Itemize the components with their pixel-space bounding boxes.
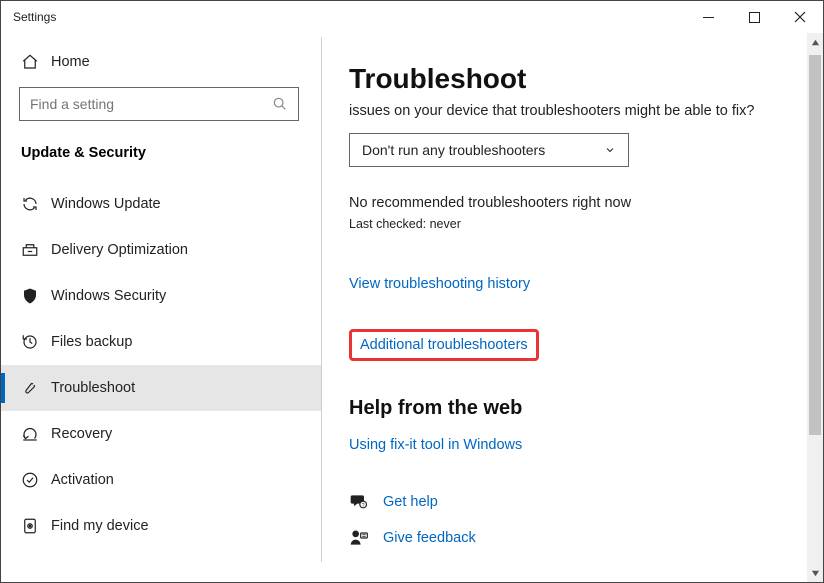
search-field[interactable]: [30, 96, 272, 112]
history-link-block: View troubleshooting history: [349, 275, 779, 293]
sidebar-item-find-my-device[interactable]: Find my device: [1, 503, 321, 549]
wrench-icon: [21, 379, 51, 397]
get-help-link[interactable]: Get help: [383, 494, 438, 510]
titlebar: Settings: [1, 1, 823, 33]
sidebar-item-activation[interactable]: Activation: [1, 457, 321, 503]
sidebar-item-label: Find my device: [51, 518, 149, 534]
additional-link-block: Additional troubleshooters: [349, 329, 779, 361]
main-panel: Troubleshoot issues on your device that …: [321, 33, 823, 582]
page-title: Troubleshoot: [349, 63, 779, 95]
sidebar-item-label: Troubleshoot: [51, 380, 135, 396]
fixit-link[interactable]: Using fix-it tool in Windows: [349, 437, 522, 453]
feedback-icon: [349, 528, 369, 548]
sidebar-item-delivery-optimization[interactable]: Delivery Optimization: [1, 227, 321, 273]
search-icon: [272, 96, 288, 112]
combo-value: Don't run any troubleshooters: [362, 142, 545, 158]
window-controls: [685, 1, 823, 33]
maximize-button[interactable]: [731, 1, 777, 33]
sidebar-item-files-backup[interactable]: Files backup: [1, 319, 321, 365]
delivery-icon: [21, 241, 51, 259]
window-body: Home Update & Security Windows Update: [1, 33, 823, 582]
scroll-thumb[interactable]: [809, 55, 821, 435]
nav-list: Windows Update Delivery Optimization Win…: [1, 181, 321, 549]
scroll-track[interactable]: [807, 51, 823, 564]
chevron-down-icon: [604, 144, 616, 156]
sidebar-item-label: Activation: [51, 472, 114, 488]
vertical-scrollbar[interactable]: [807, 33, 823, 582]
search-wrap: [1, 87, 321, 135]
sidebar-item-recovery[interactable]: Recovery: [1, 411, 321, 457]
home-label: Home: [51, 54, 90, 70]
sidebar-item-label: Recovery: [51, 426, 112, 442]
sidebar-item-windows-security[interactable]: Windows Security: [1, 273, 321, 319]
scroll-up-arrow[interactable]: [807, 33, 823, 51]
home-icon: [21, 53, 51, 71]
sidebar-item-label: Windows Update: [51, 196, 161, 212]
content: Troubleshoot issues on your device that …: [321, 33, 807, 582]
close-button[interactable]: [777, 1, 823, 33]
help-heading: Help from the web: [349, 397, 779, 420]
backup-icon: [21, 333, 51, 351]
view-history-link[interactable]: View troubleshooting history: [349, 276, 530, 292]
scroll-down-arrow[interactable]: [807, 564, 823, 582]
sidebar-item-troubleshoot[interactable]: Troubleshoot: [1, 365, 321, 411]
location-icon: [21, 517, 51, 535]
settings-window: Settings Home: [0, 0, 824, 583]
give-feedback-row[interactable]: Give feedback: [349, 528, 779, 548]
sidebar: Home Update & Security Windows Update: [1, 33, 321, 582]
highlight-annotation: Additional troubleshooters: [349, 329, 539, 361]
sync-icon: [21, 195, 51, 213]
troubleshooter-select[interactable]: Don't run any troubleshooters: [349, 133, 629, 167]
intro-text: issues on your device that troubleshoote…: [349, 101, 779, 121]
sidebar-item-label: Windows Security: [51, 288, 166, 304]
home-nav[interactable]: Home: [1, 43, 321, 81]
chat-icon: ?: [349, 492, 369, 512]
shield-icon: [21, 287, 51, 305]
search-input[interactable]: [19, 87, 299, 121]
svg-text:?: ?: [362, 503, 365, 509]
sidebar-item-windows-update[interactable]: Windows Update: [1, 181, 321, 227]
recovery-icon: [21, 425, 51, 443]
sidebar-item-label: Delivery Optimization: [51, 242, 188, 258]
give-feedback-link[interactable]: Give feedback: [383, 530, 476, 546]
additional-troubleshooters-link[interactable]: Additional troubleshooters: [360, 337, 528, 353]
sidebar-item-label: Files backup: [51, 334, 132, 350]
check-circle-icon: [21, 471, 51, 489]
minimize-button[interactable]: [685, 1, 731, 33]
status-text: No recommended troubleshooters right now: [349, 195, 779, 211]
window-title: Settings: [13, 10, 56, 24]
section-title: Update & Security: [1, 135, 321, 181]
get-help-row[interactable]: ? Get help: [349, 492, 779, 512]
last-checked-text: Last checked: never: [349, 217, 779, 231]
